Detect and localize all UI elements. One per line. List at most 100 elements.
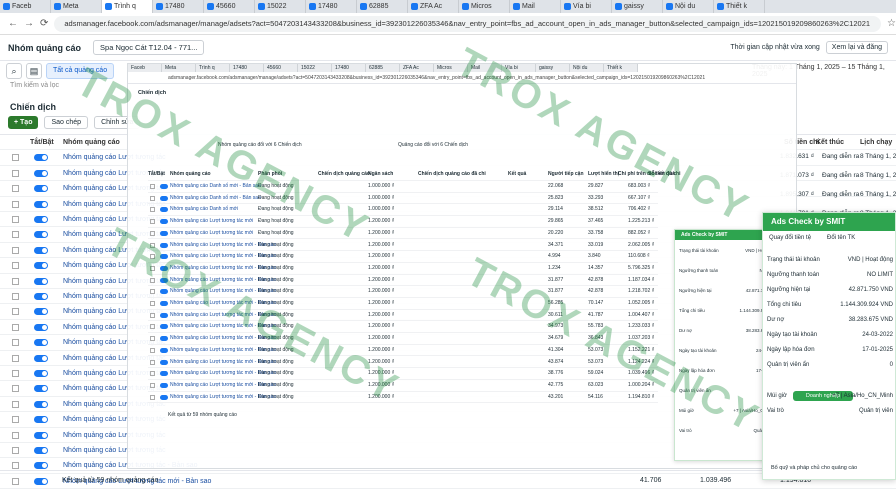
row-toggle[interactable] <box>160 242 168 248</box>
inner-col-header[interactable]: Chiến dịch quảng cáo <box>318 169 370 180</box>
browser-tab[interactable]: gaissy <box>612 0 663 13</box>
url-field[interactable]: adsmanager.facebook.com/adsmanager/manag… <box>54 15 882 32</box>
row-checkbox[interactable] <box>150 265 155 271</box>
adset-name-link[interactable]: Nhóm quảng cáo Lượt tương tác mới <box>170 228 253 239</box>
back-icon[interactable]: ← <box>8 18 18 29</box>
row-toggle[interactable] <box>160 230 168 236</box>
row-checkbox[interactable] <box>150 230 155 236</box>
row-checkbox[interactable] <box>12 416 19 424</box>
row-toggle[interactable] <box>160 336 168 342</box>
inner-browser-tab[interactable]: Vía bi <box>502 64 536 72</box>
forward-icon[interactable]: → <box>24 18 34 29</box>
inner-subtab[interactable]: Nhóm quảng cáo đổi với 6 Chiến dịch <box>218 142 302 148</box>
inner-col-header[interactable]: Kết quả <box>508 169 526 180</box>
row-checkbox[interactable] <box>150 301 155 306</box>
adset-name-link[interactable]: Nhóm quảng cáo Danh số mới - Bản sao <box>170 193 261 204</box>
row-toggle[interactable] <box>160 207 168 213</box>
inner-col-header[interactable]: Số tiền đã chi <box>648 169 681 180</box>
browser-tab[interactable]: Mail <box>510 0 561 13</box>
inner-table-row[interactable]: Nhóm quảng cáo Lượt tương tác mới Đang ho… <box>148 228 658 240</box>
adset-name-link[interactable]: Nhóm quảng cáo Danh số mới - Bản sao <box>170 181 261 192</box>
row-checkbox[interactable] <box>150 312 155 318</box>
inner-col-header[interactable]: Lượt hiển thị <box>588 169 619 180</box>
row-checkbox[interactable] <box>150 382 155 388</box>
browser-tab[interactable]: Meta <box>51 0 102 13</box>
col-name[interactable]: Nhóm quảng cáo <box>63 135 120 150</box>
row-checkbox[interactable] <box>12 216 19 223</box>
row-toggle[interactable] <box>34 354 48 362</box>
inner-col-header[interactable]: Nhóm quảng cáo <box>170 169 211 180</box>
row-checkbox[interactable] <box>12 308 19 316</box>
inner-browser-tab[interactable]: 45660 <box>264 64 298 72</box>
inner-table-row[interactable]: Nhóm quảng cáo Lượt tương tác mới - Bản … <box>148 357 658 369</box>
row-toggle[interactable] <box>34 370 48 377</box>
row-checkbox[interactable] <box>150 347 155 353</box>
row-checkbox[interactable] <box>12 169 19 177</box>
row-toggle[interactable] <box>34 200 48 208</box>
row-toggle[interactable] <box>160 184 168 189</box>
inner-browser-tab[interactable]: 15022 <box>298 64 332 72</box>
inner-table-row[interactable]: Nhóm quảng cáo Lượt tương tác mới - Bản … <box>148 392 658 404</box>
inner-table-row[interactable]: Nhóm quảng cáo Lượt tương tác mới - Bản … <box>148 286 658 298</box>
account-selector[interactable]: Spa Ngọc Cát T12.04 - 771... <box>93 40 205 55</box>
inner-browser-tab[interactable]: Faceb <box>128 64 162 72</box>
inner-table-row[interactable]: Nhóm quảng cáo Lượt tương tác mới - Bản … <box>148 240 658 252</box>
row-toggle[interactable] <box>34 154 48 162</box>
row-checkbox[interactable] <box>150 254 155 260</box>
inner-subtab[interactable]: Quảng cáo đổi với 6 Chiến dịch <box>398 142 468 148</box>
inner-table-row[interactable]: Nhóm quảng cáo Lượt tương tác mới - Bản … <box>148 275 658 287</box>
browser-tab[interactable]: 45660 <box>204 0 255 13</box>
campaign-heading[interactable]: Chiến dịch <box>10 102 56 112</box>
row-toggle[interactable] <box>34 400 48 408</box>
inner-table-row[interactable]: Nhóm quảng cáo Lượt tương tác mới - Bản … <box>148 310 658 322</box>
row-checkbox[interactable] <box>12 246 19 254</box>
inner-table-row[interactable]: Nhóm quảng cáo Danh số mới - Bản sao Đang… <box>148 181 658 193</box>
row-checkbox[interactable] <box>12 323 19 331</box>
inner-browser-tab[interactable]: Nội du <box>570 64 604 72</box>
row-checkbox[interactable] <box>150 371 155 377</box>
row-toggle[interactable] <box>34 431 48 439</box>
row-toggle[interactable] <box>160 394 168 400</box>
inner-col-header[interactable]: Tắt/Bật <box>148 169 165 180</box>
duplicate-button[interactable]: Sao chép <box>44 116 89 129</box>
inner-table-row[interactable]: Nhóm quảng cáo Lượt tương tác mới - Bản … <box>148 380 658 392</box>
row-checkbox[interactable] <box>12 339 19 347</box>
panel-footer[interactable]: Bổ quỹ và pháp chủ cho quảng cáo <box>771 465 857 471</box>
search-icon[interactable]: ⌕ <box>6 63 22 79</box>
browser-tab[interactable]: 17480 <box>306 0 357 13</box>
inner-table-row[interactable]: Nhóm quảng cáo Danh số mới Đang hoạt động… <box>148 204 658 217</box>
inner-table-row[interactable]: Nhóm quảng cáo Lượt tương tác mới Đang ho… <box>148 216 658 228</box>
browser-tab[interactable]: Micros <box>459 0 510 13</box>
row-checkbox[interactable] <box>150 219 155 225</box>
row-toggle[interactable] <box>160 312 168 318</box>
create-button[interactable]: + Tạo <box>8 116 39 129</box>
row-checkbox[interactable] <box>12 462 19 470</box>
row-checkbox[interactable] <box>150 324 155 330</box>
row-toggle[interactable] <box>160 382 168 388</box>
row-checkbox[interactable] <box>12 370 19 377</box>
row-toggle[interactable] <box>34 447 48 454</box>
search-input[interactable]: Tìm kiếm và lọc <box>10 82 59 89</box>
row-toggle[interactable] <box>160 195 168 201</box>
review-publish-button[interactable]: Xem lại và đăng <box>825 41 888 54</box>
inner-browser-tab[interactable]: Meta <box>162 64 196 72</box>
row-checkbox[interactable] <box>12 400 19 408</box>
inner-browser-tab[interactable]: 62885 <box>366 64 400 72</box>
browser-tab[interactable]: Vía bi <box>561 0 612 13</box>
all-ads-chip[interactable]: Tất cả quảng cáo <box>46 63 115 79</box>
browser-tab[interactable]: 15022 <box>255 0 306 13</box>
star-icon[interactable]: ☆ <box>887 18 896 29</box>
row-checkbox[interactable] <box>12 354 19 362</box>
adset-name-link[interactable]: Nhóm quảng cáo Lượt tương tác mới <box>170 216 253 227</box>
inner-col-header[interactable]: Phân phối <box>258 169 282 180</box>
inner-browser-tab[interactable]: ZFA Ac <box>400 64 434 72</box>
row-checkbox[interactable] <box>12 185 19 193</box>
adset-name-link[interactable]: Nhóm quảng cáo Danh số mới <box>170 204 238 215</box>
row-toggle[interactable] <box>160 301 168 306</box>
row-toggle[interactable] <box>34 216 48 223</box>
panel-tab[interactable]: Quay đổi tiền tệ <box>769 235 811 241</box>
inner-browser-tab[interactable]: Trình q <box>196 64 230 72</box>
browser-tab[interactable]: Faceb <box>0 0 51 13</box>
row-checkbox[interactable] <box>12 447 19 454</box>
browser-tab[interactable]: ZFA Ac <box>408 0 459 13</box>
